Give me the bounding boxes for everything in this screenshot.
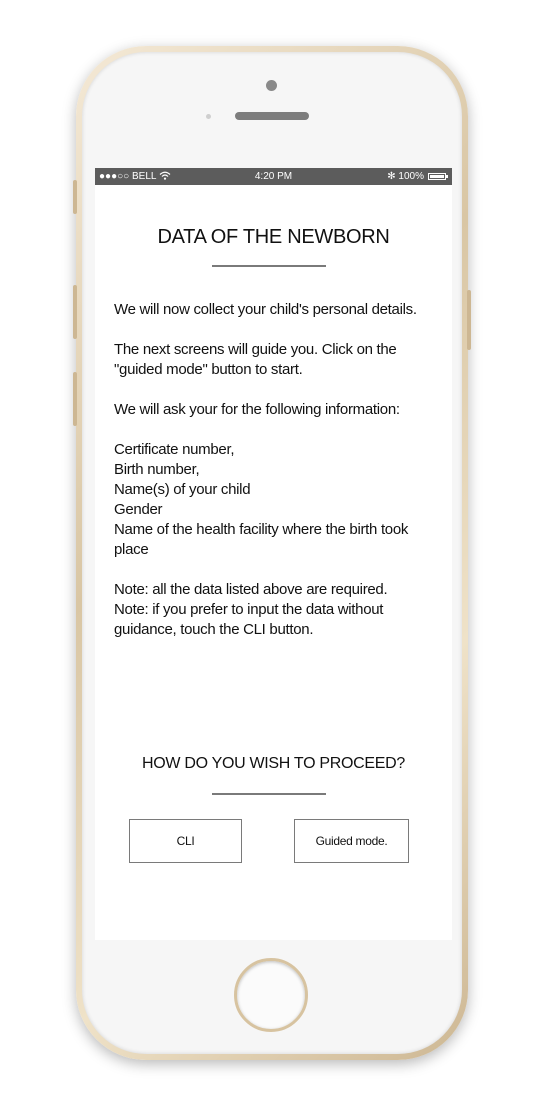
field-list: Certificate number, Birth number, Name(s…	[114, 440, 444, 560]
front-camera	[266, 80, 277, 91]
earpiece-speaker	[235, 112, 309, 120]
battery-icon	[428, 173, 448, 180]
cli-button[interactable]: CLI	[129, 819, 242, 863]
guided-mode-button[interactable]: Guided mode.	[294, 819, 409, 863]
field-item: Name(s) of your child	[114, 481, 251, 498]
mute-switch	[73, 180, 77, 214]
field-item: Gender	[114, 501, 163, 518]
battery-fill	[430, 175, 444, 178]
volume-up-button	[73, 285, 77, 339]
volume-down-button	[73, 372, 77, 426]
proceed-divider	[212, 793, 326, 795]
home-button[interactable]	[234, 958, 308, 1032]
field-item: Name of the health facility where the bi…	[114, 521, 409, 558]
guide-paragraph: The next screens will guide you. Click o…	[114, 341, 397, 378]
phone-screen: ●●●○○ BELL 4:20 PM ✻ 100% DATA OF THE NE…	[95, 168, 452, 940]
proximity-sensor	[206, 114, 211, 119]
page-title: DATA OF THE NEWBORN	[157, 226, 390, 248]
ask-paragraph: We will ask your for the following infor…	[114, 401, 400, 418]
bluetooth-icon: ✻	[387, 171, 396, 182]
proceed-question: HOW DO YOU WISH TO PROCEED?	[141, 755, 406, 772]
status-right: ✻ 100%	[387, 168, 424, 185]
note-cli: Note: if you prefer to input the data wi…	[114, 601, 384, 638]
intro-paragraph: We will now collect your child's persona…	[114, 301, 417, 318]
battery-percent: 100%	[398, 171, 424, 182]
field-item: Birth number,	[114, 461, 200, 478]
note-required: Note: all the data listed above are requ…	[114, 581, 388, 598]
status-bar: ●●●○○ BELL 4:20 PM ✻ 100%	[95, 168, 452, 185]
notes: Note: all the data listed above are requ…	[114, 580, 444, 640]
field-item: Certificate number,	[114, 441, 235, 458]
power-button	[467, 290, 471, 350]
instructions: We will now collect your child's persona…	[114, 300, 444, 660]
title-divider	[212, 265, 326, 267]
